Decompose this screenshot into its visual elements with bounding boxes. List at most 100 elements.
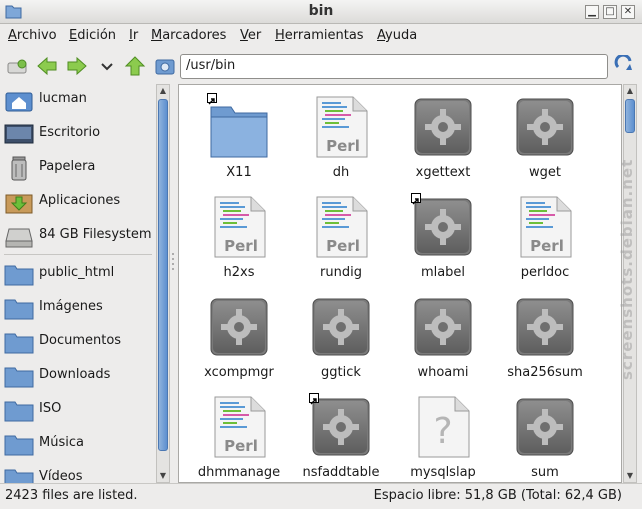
file-item[interactable]: nsfaddtable — [289, 385, 393, 482]
sidebar-item-imagenes[interactable]: Imágenes — [0, 292, 154, 324]
maximize-button[interactable]: □ — [603, 5, 617, 19]
executable-icon — [516, 298, 574, 356]
status-bar: 2423 files are listed. Espacio libre: 51… — [0, 483, 642, 509]
location-input[interactable]: /usr/bin — [180, 54, 608, 79]
perl-script-icon: Perl — [520, 196, 572, 258]
desktop-icon — [4, 124, 34, 144]
menu-marcadores[interactable]: Marcadores — [151, 28, 226, 43]
title-bar[interactable]: bin ▁ □ ✕ — [0, 0, 642, 24]
file-item[interactable]: wget — [493, 85, 597, 185]
menu-ayuda[interactable]: Ayuda — [377, 28, 417, 43]
file-item[interactable]: xgettext — [391, 85, 495, 185]
sidebar-scroll-thumb[interactable] — [158, 99, 168, 451]
pane-splitter[interactable] — [170, 84, 176, 483]
minimize-button[interactable]: ▁ — [585, 5, 599, 19]
file-item[interactable]: Perl perldoc — [493, 185, 597, 285]
location-folder-icon[interactable] — [154, 56, 176, 76]
sidebar-item-public-html[interactable]: public_html — [0, 258, 154, 290]
splitter-grip-icon — [172, 253, 174, 270]
file-item[interactable]: Perl dhmmanage — [187, 385, 291, 482]
menu-ir[interactable]: Ir — [129, 28, 138, 43]
file-item[interactable]: Perl h2xs — [187, 185, 291, 285]
sidebar-item-videos[interactable]: Vídeos — [0, 462, 154, 483]
back-arrow-icon[interactable] — [36, 56, 58, 76]
perl-script-icon: Perl — [316, 96, 368, 158]
home-icon — [5, 92, 33, 112]
sidebar-item-aplicaciones[interactable]: Aplicaciones — [0, 186, 154, 218]
file-count: 2423 files are listed. — [5, 488, 138, 503]
sidebar-item-label: 84 GB Filesystem — [39, 227, 152, 242]
file-item[interactable]: sha256sum — [493, 285, 597, 385]
menu-herramientas[interactable]: Herramientas — [275, 28, 364, 43]
history-dropdown-icon[interactable] — [96, 56, 118, 76]
symlink-badge-icon — [411, 193, 421, 205]
window-title: bin — [308, 3, 334, 19]
sidebar-item-filesystem[interactable]: 84 GB Filesystem — [0, 220, 154, 252]
file-item[interactable]: ggtick — [289, 285, 393, 385]
file-name: whoami — [417, 365, 469, 380]
sidebar-scrollbar[interactable]: ▲ ▼ — [156, 84, 170, 483]
menu-edicion[interactable]: Edición — [69, 28, 116, 43]
sidebar-item-label: lucman — [39, 91, 87, 106]
unknown-file-icon: ? — [418, 396, 470, 458]
executable-icon — [312, 298, 370, 356]
file-item[interactable]: Perl dh — [289, 85, 393, 185]
executable-icon — [414, 98, 472, 156]
applications-icon — [5, 194, 33, 214]
go-refresh-icon[interactable] — [614, 55, 636, 75]
file-item[interactable]: whoami — [391, 285, 495, 385]
file-item[interactable]: Perl rundig — [289, 185, 393, 285]
file-name: ggtick — [321, 365, 361, 380]
sidebar-item-papelera[interactable]: Papelera — [0, 152, 154, 184]
folder-icon — [4, 299, 34, 320]
sidebar-item-escritorio[interactable]: Escritorio — [0, 118, 154, 150]
menu-label: Archivo — [8, 28, 57, 43]
scroll-up-icon[interactable]: ▲ — [157, 85, 169, 97]
sidebar-item-downloads[interactable]: Downloads — [0, 360, 154, 392]
file-name: wget — [529, 165, 561, 180]
file-name: xcompmgr — [204, 365, 274, 380]
file-name: mlabel — [420, 265, 466, 280]
sidebar-item-label: Imágenes — [39, 299, 103, 314]
menu-ver[interactable]: Ver — [240, 28, 261, 43]
file-item[interactable]: sum — [493, 385, 597, 482]
sidebar-item-musica[interactable]: Música — [0, 428, 154, 460]
file-name: rundig — [320, 265, 362, 280]
folder-icon — [4, 435, 34, 456]
executable-icon — [516, 398, 574, 456]
file-item[interactable]: ? mysqlslap — [391, 385, 495, 482]
sidebar-item-documentos[interactable]: Documentos — [0, 326, 154, 358]
file-item[interactable]: mlabel — [391, 185, 495, 285]
folder-icon — [4, 265, 34, 286]
executable-icon — [312, 398, 370, 456]
sidebar-item-lucman[interactable]: lucman — [0, 84, 154, 116]
trash-icon — [11, 156, 27, 181]
svg-text:Perl: Perl — [224, 437, 258, 455]
scroll-up-icon[interactable]: ▲ — [624, 85, 636, 97]
sidebar-item-label: Papelera — [39, 159, 96, 174]
file-item[interactable]: X11 — [187, 85, 291, 185]
menu-label: Ayuda — [377, 28, 418, 43]
forward-arrow-icon[interactable] — [66, 56, 88, 76]
sidebar-item-iso[interactable]: ISO — [0, 394, 154, 426]
svg-text:Perl: Perl — [224, 237, 258, 255]
scroll-down-icon[interactable]: ▼ — [157, 470, 169, 482]
file-view-scroll-thumb[interactable] — [625, 99, 635, 133]
svg-text:?: ? — [433, 411, 452, 452]
executable-icon — [414, 198, 472, 256]
file-item[interactable]: xcompmgr — [187, 285, 291, 385]
perl-script-icon: Perl — [316, 196, 368, 258]
file-view[interactable]: X11 Perl dh xgettext wget Perl h2xs Perl… — [178, 84, 622, 483]
sidebar-item-label: ISO — [39, 401, 62, 416]
watermark: screenshots.debian.net — [618, 158, 636, 380]
sidebar-item-label: Música — [39, 435, 84, 450]
close-button[interactable]: ✕ — [621, 5, 635, 19]
folder-icon — [4, 469, 34, 483]
menu-label: Ver — [240, 28, 262, 43]
new-tab-icon[interactable] — [6, 56, 28, 76]
symlink-badge-icon — [309, 393, 319, 405]
menu-archivo[interactable]: Archivo — [8, 28, 57, 43]
up-arrow-icon[interactable] — [124, 56, 146, 76]
perl-script-icon: Perl — [214, 396, 266, 458]
scroll-down-icon[interactable]: ▼ — [624, 470, 636, 482]
